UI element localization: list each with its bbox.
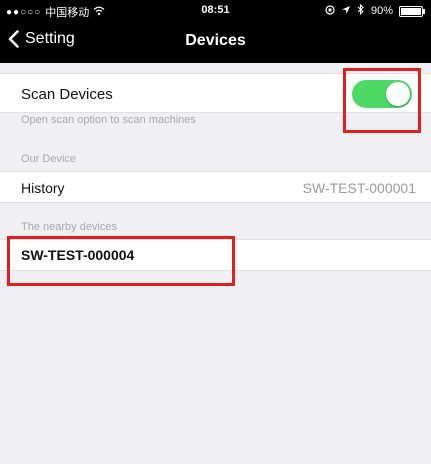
- status-bar: ●●○○○ 中国移动 08:51 90%: [0, 0, 431, 20]
- bluetooth-icon: [357, 3, 365, 18]
- nearby-devices-header: The nearby devices: [21, 221, 117, 233]
- scan-devices-label: Scan Devices: [21, 86, 113, 103]
- lock-rotation-icon: [325, 4, 335, 18]
- history-label: History: [21, 180, 65, 196]
- scan-hint: Open scan option to scan machines: [21, 114, 196, 126]
- location-icon: [341, 5, 351, 18]
- battery-percent: 90%: [370, 5, 393, 17]
- toggle-highlight-box: [343, 68, 421, 133]
- status-indicators: 90%: [325, 3, 425, 18]
- page-title: Devices: [185, 32, 246, 49]
- nearby-device-highlight-box: [7, 236, 235, 286]
- history-row[interactable]: History SW-TEST-000001: [0, 171, 431, 203]
- navigation-bar: Setting Devices: [0, 20, 431, 63]
- battery-fill: [401, 7, 421, 15]
- our-device-header: Our Device: [21, 153, 77, 165]
- history-device-id: SW-TEST-000001: [302, 180, 416, 196]
- battery-icon: [399, 5, 425, 17]
